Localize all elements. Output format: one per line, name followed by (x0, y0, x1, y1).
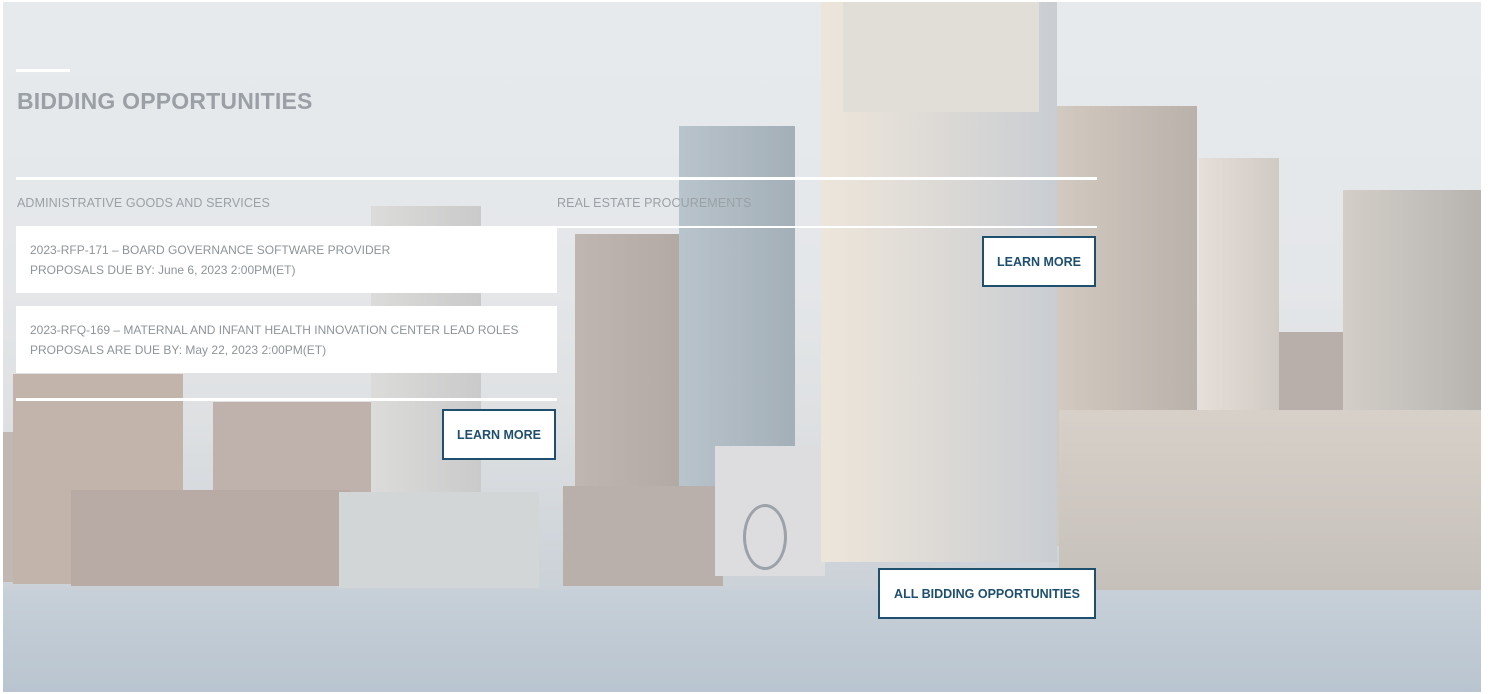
listing-card[interactable]: 2023-RFP-171 – BOARD GOVERNANCE SOFTWARE… (16, 226, 557, 293)
listing-due-date: PROPOSALS ARE DUE BY: May 22, 2023 2:00P… (30, 343, 327, 357)
divider-real-estate (557, 226, 1097, 228)
learn-more-admin-button[interactable]: LEARN MORE (442, 409, 556, 460)
listing-card[interactable]: 2023-RFQ-169 – MATERNAL AND INFANT HEALT… (16, 306, 557, 373)
listing-due-date: PROPOSALS DUE BY: June 6, 2023 2:00PM(ET… (30, 263, 296, 277)
divider-admin (16, 398, 557, 401)
listing-title: 2023-RFQ-169 – MATERNAL AND INFANT HEALT… (30, 323, 519, 337)
page-title: BIDDING OPPORTUNITIES (17, 88, 313, 114)
column-heading-real-estate: REAL ESTATE PROCUREMENTS (557, 196, 752, 210)
column-heading-admin: ADMINISTRATIVE GOODS AND SERVICES (17, 196, 270, 210)
divider-top (16, 177, 1097, 180)
all-bidding-opportunities-button[interactable]: ALL BIDDING OPPORTUNITIES (878, 568, 1096, 619)
listing-title: 2023-RFP-171 – BOARD GOVERNANCE SOFTWARE… (30, 243, 391, 257)
title-accent-bar (16, 69, 70, 72)
learn-more-real-estate-button[interactable]: LEARN MORE (982, 236, 1096, 287)
